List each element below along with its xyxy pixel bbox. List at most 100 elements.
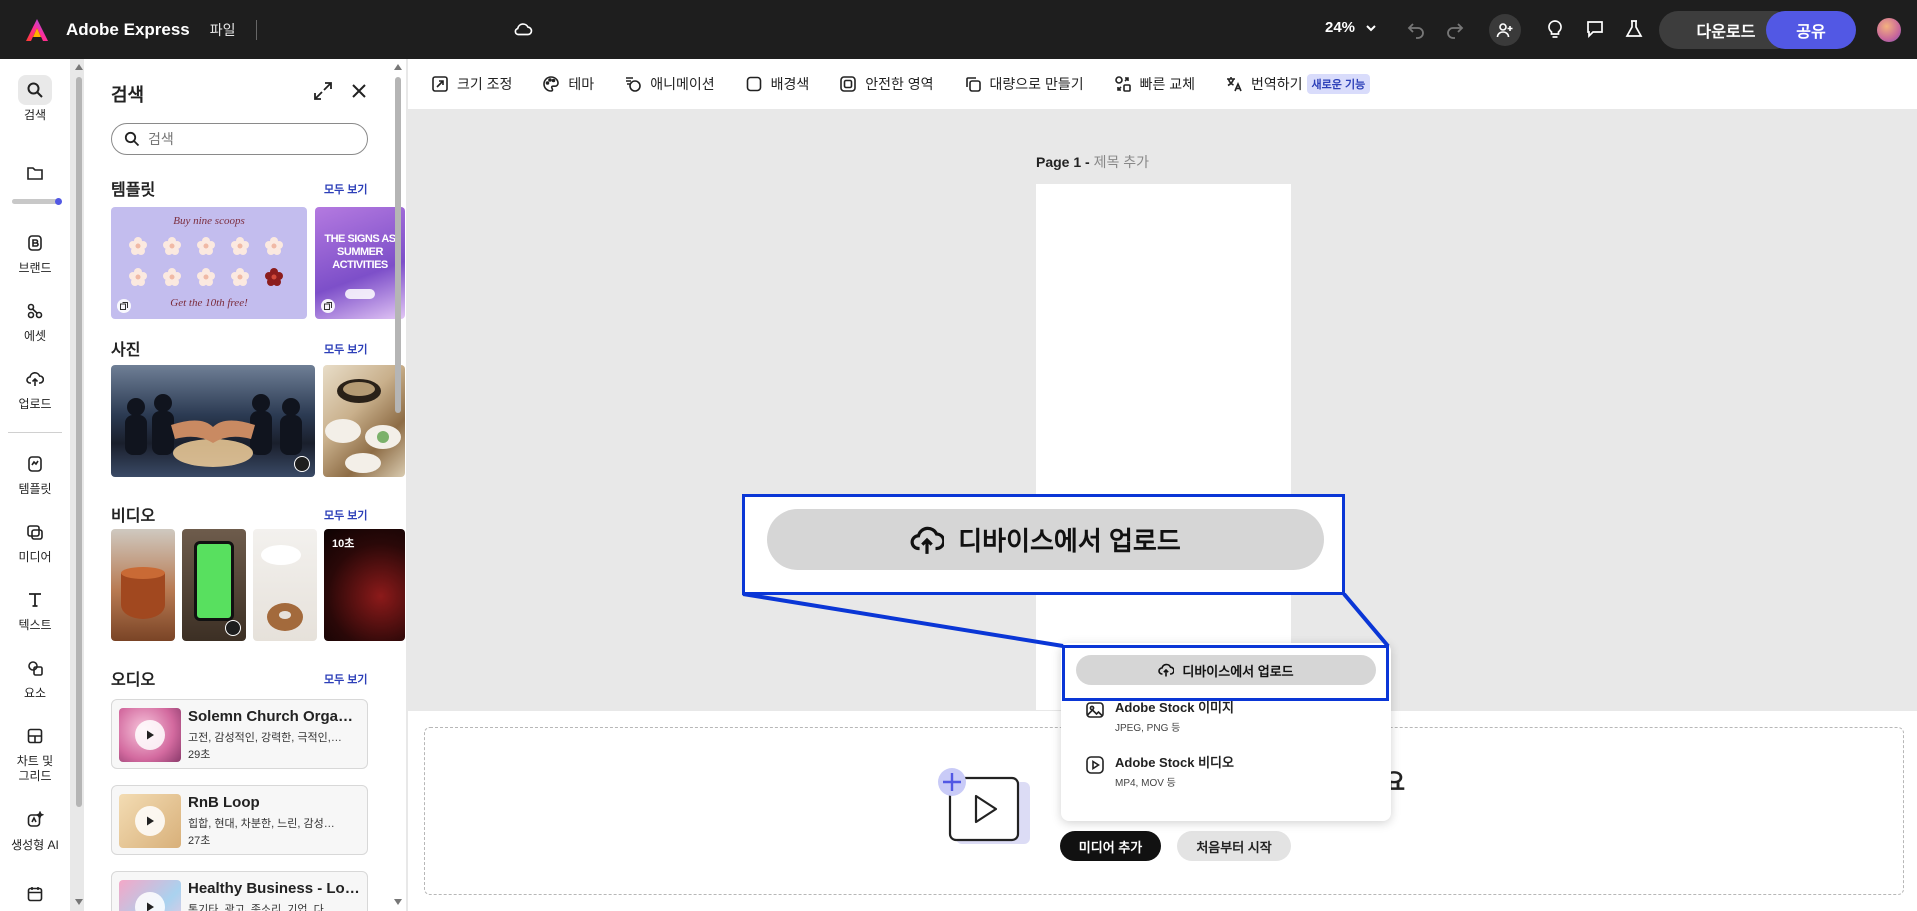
- rail-item-upload[interactable]: 업로드: [0, 364, 70, 412]
- audio-item[interactable]: RnB Loop 힙합, 현대, 차분한, 느린, 감성… 27초: [111, 785, 368, 855]
- rail-item-media[interactable]: 미디어: [0, 517, 70, 565]
- rail-item-label: 차트 및 그리드: [16, 754, 54, 783]
- see-all-audio-link[interactable]: 모두 보기: [324, 671, 368, 687]
- video-thumbnail[interactable]: [111, 529, 175, 641]
- undo-icon[interactable]: [1404, 17, 1428, 41]
- video-thumbnail[interactable]: [182, 529, 246, 641]
- share-button[interactable]: 공유: [1766, 11, 1856, 49]
- video-thumbnail[interactable]: [253, 529, 317, 641]
- expand-icon[interactable]: [312, 80, 334, 102]
- search-field[interactable]: [111, 123, 368, 155]
- chevron-down-icon: [1366, 24, 1376, 31]
- section-heading-templates: 템플릿: [111, 182, 156, 199]
- animation-tool[interactable]: 애니메이션: [624, 74, 715, 94]
- rail-item-search[interactable]: 검색: [0, 75, 70, 123]
- rail-item-elements[interactable]: 요소: [0, 653, 70, 701]
- photo-thumbnail[interactable]: [111, 365, 315, 477]
- text-icon: [29, 593, 41, 607]
- flower-icon: [197, 237, 215, 255]
- section-heading-audio: 오디오: [111, 672, 156, 689]
- quick-swap-icon: [1114, 76, 1131, 92]
- bulk-create-icon: [965, 77, 981, 92]
- multi-page-icon: [321, 299, 335, 313]
- page-label[interactable]: Page 1 - 제목 추가: [1036, 152, 1149, 172]
- audio-item[interactable]: Healthy Business - Loop 통기타, 광고, 종소리, 기업…: [111, 871, 368, 911]
- design-page[interactable]: [1036, 184, 1291, 710]
- safe-zone-icon: [840, 76, 857, 92]
- tool-label: 배경색: [770, 76, 810, 92]
- safe-zone-tool[interactable]: 안전한 영역: [839, 74, 934, 94]
- redo-icon[interactable]: [1443, 17, 1467, 41]
- panel-scrollbar[interactable]: [393, 59, 403, 911]
- zoom-dropdown[interactable]: 24%: [1325, 19, 1377, 36]
- zoomed-upload-label: 디바이스에서 업로드: [958, 526, 1181, 556]
- cloud-save-icon[interactable]: [512, 18, 534, 40]
- rail-item-files[interactable]: [0, 158, 70, 191]
- handshake-photo: [125, 394, 302, 467]
- menu-item-stock-image[interactable]: Adobe Stock 이미지 JPEG, PNG 등: [1085, 697, 1234, 734]
- rail-scrollbar[interactable]: [74, 59, 84, 911]
- rail-scroll-thumb[interactable]: [76, 77, 82, 807]
- template-text: THE SIGNS AS SUMMER ACTIVITIES: [324, 233, 396, 271]
- zoom-level: 24%: [1325, 19, 1356, 36]
- invite-user-icon[interactable]: [1489, 14, 1521, 46]
- add-media-illustration: [938, 768, 1030, 844]
- adobe-express-logo[interactable]: [24, 17, 50, 43]
- search-input[interactable]: [148, 131, 348, 147]
- add-media-button[interactable]: 미디어 추가: [1060, 831, 1161, 861]
- scroll-up-arrow[interactable]: [75, 64, 83, 70]
- rail-item-more[interactable]: [0, 879, 70, 911]
- rail-item-generative-ai[interactable]: 생성형 AI: [0, 805, 70, 853]
- multi-page-icon: [117, 299, 131, 313]
- theme-tool[interactable]: 테마: [542, 74, 594, 94]
- play-button[interactable]: [135, 806, 165, 836]
- rail-item-label: 에셋: [23, 329, 47, 343]
- translate-tool[interactable]: 번역하기 새로운 기능: [1225, 74, 1371, 94]
- bulk-create-tool[interactable]: 대량으로 만들기: [964, 74, 1084, 94]
- rail-item-assets[interactable]: 에셋: [0, 296, 70, 344]
- rail-item-brand[interactable]: 브랜드: [0, 228, 70, 276]
- close-icon[interactable]: [349, 81, 369, 101]
- see-all-templates-link[interactable]: 모두 보기: [324, 181, 368, 197]
- topbar-divider: [255, 19, 257, 40]
- panel-title: 검색: [111, 85, 145, 105]
- scroll-down-arrow[interactable]: [394, 899, 402, 905]
- tool-label: 애니메이션: [650, 76, 715, 92]
- comment-icon[interactable]: [1583, 17, 1607, 41]
- calendar-icon: [27, 887, 43, 902]
- lightbulb-icon[interactable]: [1543, 17, 1567, 41]
- rail-item-label: 미디어: [18, 550, 52, 564]
- rail-item-charts-grids[interactable]: 차트 및 그리드: [0, 721, 70, 784]
- audio-duration: 29초: [188, 749, 211, 761]
- template-thumbnail[interactable]: Buy nine scoops Get the 10th free!: [111, 207, 307, 319]
- resize-tool[interactable]: 크기 조정: [431, 74, 512, 94]
- template-thumbnail[interactable]: THE SIGNS AS SUMMER ACTIVITIES: [315, 207, 405, 319]
- file-menu[interactable]: 파일: [210, 20, 236, 40]
- see-all-videos-link[interactable]: 모두 보기: [324, 507, 368, 523]
- flask-icon[interactable]: [1622, 17, 1646, 41]
- page-title-placeholder[interactable]: 제목 추가: [1094, 154, 1149, 170]
- rail-item-text[interactable]: 텍스트: [0, 585, 70, 633]
- scroll-down-arrow[interactable]: [75, 899, 83, 905]
- search-icon: [27, 82, 43, 98]
- play-icon: [147, 816, 154, 826]
- audio-item[interactable]: Solemn Church Organ… 고전, 감성적인, 강력한, 극적인,…: [111, 699, 368, 769]
- menu-item-stock-video[interactable]: Adobe Stock 비디오 MP4, MOV 등: [1085, 752, 1234, 789]
- start-from-scratch-button[interactable]: 처음부터 시작: [1177, 831, 1291, 861]
- play-icon: [147, 730, 154, 740]
- avatar[interactable]: [1877, 18, 1901, 42]
- animation-icon: [626, 77, 641, 92]
- flower-icon: [163, 268, 181, 286]
- audio-tags: 고전, 감성적인, 강력한, 극적인,…: [188, 732, 342, 744]
- elements-icon: [28, 661, 43, 676]
- menu-item-subtitle: MP4, MOV 등: [1115, 778, 1176, 789]
- scroll-up-arrow[interactable]: [394, 64, 402, 70]
- background-color-tool[interactable]: 배경색: [745, 74, 810, 94]
- rail-item-templates[interactable]: 템플릿: [0, 449, 70, 497]
- play-button[interactable]: [135, 720, 165, 750]
- panel-scroll-thumb[interactable]: [395, 77, 401, 413]
- quick-swap-tool[interactable]: 빠른 교체: [1114, 74, 1195, 94]
- premium-crown-icon: [225, 620, 241, 636]
- template-text-bottom: Get the 10th free!: [170, 297, 248, 309]
- see-all-photos-link[interactable]: 모두 보기: [324, 341, 368, 357]
